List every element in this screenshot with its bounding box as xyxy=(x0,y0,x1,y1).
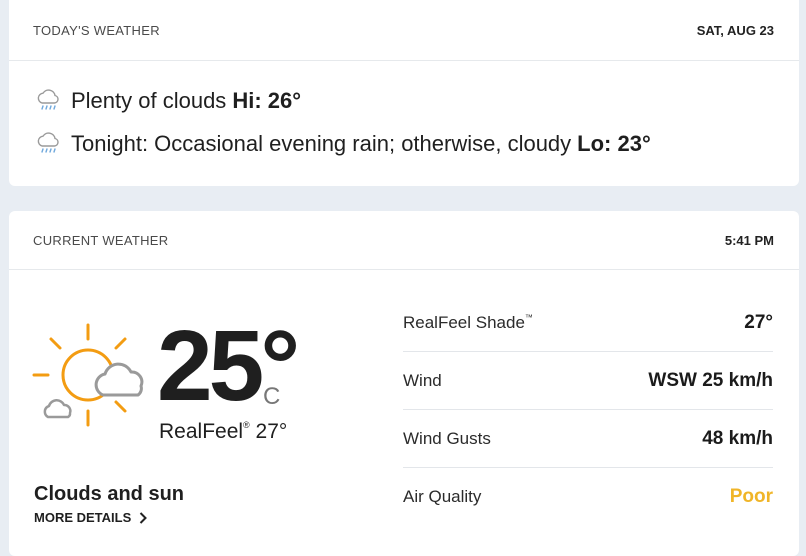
detail-row-wind: Wind WSW 25 km/h xyxy=(403,352,773,410)
trademark-mark: ™ xyxy=(524,312,533,322)
detail-label: RealFeel Shade™ xyxy=(403,312,533,332)
night-low-temp: Lo: 23° xyxy=(577,131,651,156)
detail-row-air-quality[interactable]: Air Quality Poor xyxy=(403,468,773,526)
detail-value: 27° xyxy=(744,311,773,333)
realfeel: RealFeel® 27° xyxy=(159,420,287,444)
day-high-temp: Hi: 26° xyxy=(232,88,302,113)
todays-weather-card[interactable]: TODAY'S WEATHER SAT, AUG 23 Plenty of cl… xyxy=(9,0,799,186)
night-forecast-text: Tonight: Occasional evening rain; otherw… xyxy=(71,131,572,156)
current-weather-time: 5:41 PM xyxy=(724,232,774,248)
day-forecast-line: Plenty of clouds Hi: 26° xyxy=(35,88,301,114)
current-weather-title: CURRENT WEATHER xyxy=(33,232,169,248)
realfeel-value: 27° xyxy=(255,420,288,443)
detail-label: Air Quality xyxy=(403,487,482,506)
detail-row-wind-gusts: Wind Gusts 48 km/h xyxy=(403,410,773,468)
todays-weather-header: TODAY'S WEATHER SAT, AUG 23 xyxy=(9,0,799,61)
rain-cloud-icon xyxy=(37,89,59,110)
chevron-right-icon xyxy=(140,511,148,524)
current-weather-card[interactable]: CURRENT WEATHER 5:41 PM 25° C RealFeel® … xyxy=(9,211,799,556)
realfeel-label: RealFeel xyxy=(159,420,244,443)
detail-value: 48 km/h xyxy=(702,427,773,449)
condition-phrase: Clouds and sun xyxy=(34,483,184,505)
current-weather-header: CURRENT WEATHER 5:41 PM xyxy=(9,211,799,270)
todays-weather-title: TODAY'S WEATHER xyxy=(33,22,160,38)
current-details-list: RealFeel Shade™ 27° Wind WSW 25 km/h Win… xyxy=(403,294,773,526)
realfeel-mark: ® xyxy=(243,420,250,430)
more-details-label: MORE DETAILS xyxy=(34,510,132,525)
air-quality-value: Poor xyxy=(729,486,773,507)
partly-sunny-icon xyxy=(32,323,144,427)
detail-value: WSW 25 km/h xyxy=(648,369,773,391)
detail-row-realfeel-shade: RealFeel Shade™ 27° xyxy=(403,294,773,352)
temperature-unit: C xyxy=(263,383,281,410)
detail-label: Wind Gusts xyxy=(403,428,491,448)
detail-label: Wind xyxy=(403,370,442,390)
more-details-link[interactable]: MORE DETAILS xyxy=(34,510,148,525)
night-forecast-line: Tonight: Occasional evening rain; otherw… xyxy=(35,131,651,157)
todays-weather-date: SAT, AUG 23 xyxy=(696,22,774,38)
rain-cloud-icon xyxy=(37,132,59,153)
day-forecast-text: Plenty of clouds xyxy=(71,88,227,113)
